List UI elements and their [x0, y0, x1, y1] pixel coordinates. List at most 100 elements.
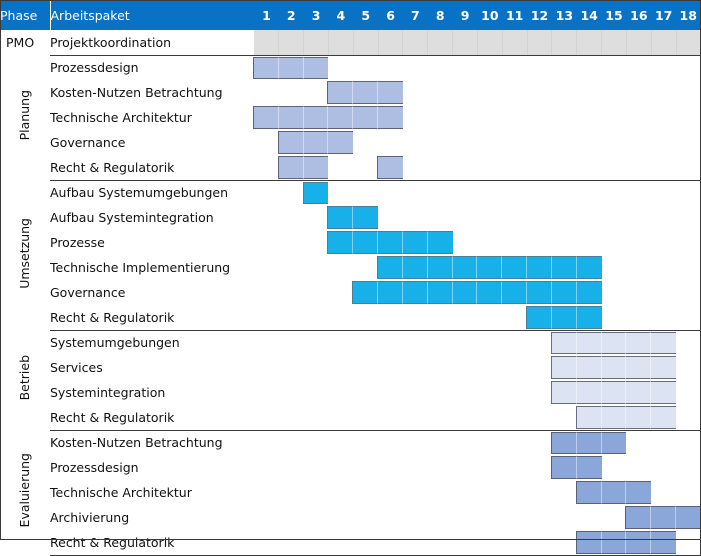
timeline-cell: [551, 505, 577, 530]
timeline-cell: [477, 130, 503, 155]
timeline-cell: [327, 130, 355, 155]
phase-label-evaluierung: Evaluierung: [0, 430, 50, 555]
timeline-cell: [601, 80, 627, 105]
timeline-cell: [502, 380, 528, 405]
timeline-cell: [527, 30, 553, 56]
timeline-cell: [601, 130, 627, 155]
timeline-cell: [353, 255, 379, 280]
table-row: Betrieb Systemumgebungen: [0, 330, 701, 430]
timeline-cell: [353, 355, 379, 380]
timeline-cell: [476, 255, 504, 280]
timeline-cell: [303, 355, 329, 380]
timeline-cell: [377, 155, 404, 181]
timeline-cell: [401, 255, 429, 280]
timeline-cell: [477, 355, 503, 380]
gantt-bar: [600, 531, 628, 554]
gantt-bar: [575, 481, 603, 504]
timeline-cell: [278, 30, 305, 56]
gantt-bar: [625, 381, 653, 404]
workpackage-label: Governance: [50, 130, 254, 155]
timeline-cell: [401, 280, 429, 305]
timeline-cell: [502, 155, 528, 181]
timeline-cell: [303, 455, 329, 480]
gantt-bar: [550, 356, 578, 379]
gantt-bar: [600, 381, 628, 404]
timeline-cell: [254, 130, 279, 155]
header-unit-14: 14: [576, 0, 602, 30]
timeline-cell: [502, 430, 528, 455]
gantt-bar: [550, 256, 578, 279]
timeline-cell: [254, 30, 280, 56]
gantt-bar: [600, 481, 628, 504]
timeline-cell: [452, 355, 478, 380]
timeline-cell: [551, 180, 577, 205]
timeline-cell: [676, 80, 701, 105]
timeline-cell: [353, 305, 379, 331]
timeline-cell: [477, 230, 503, 255]
timeline-cell: [278, 80, 304, 105]
timeline-cell: [600, 430, 628, 455]
timeline-cell: [353, 130, 379, 155]
timeline-cell: [378, 130, 403, 155]
timeline-cell: [378, 180, 403, 205]
timeline-cell: [650, 530, 678, 556]
header-unit-7: 7: [402, 0, 428, 30]
timeline-cell: [550, 330, 578, 355]
header-unit-8: 8: [427, 0, 453, 30]
timeline-cell: [378, 330, 403, 355]
gantt-bar: [600, 431, 628, 454]
timeline-cell: [327, 230, 355, 255]
timeline-cell: [501, 280, 529, 305]
timeline-cell: [477, 305, 503, 331]
timeline-cell: [551, 105, 577, 130]
header-unit-3: 3: [303, 0, 329, 30]
header-workpackage: Arbeitspaket: [50, 0, 254, 30]
timeline-cell: [452, 530, 478, 556]
gantt-bar: [650, 331, 678, 354]
timeline-cell: [651, 30, 677, 56]
timeline-cell: [328, 55, 354, 80]
timeline-cell: [352, 80, 380, 105]
timeline-cell: [427, 355, 453, 380]
timeline-cell: [601, 155, 627, 181]
table-row: Services: [0, 355, 701, 380]
timeline-cell: [527, 205, 552, 230]
workpackage-label: Aufbau Systemumgebungen: [50, 180, 254, 205]
gantt-bar: [526, 306, 553, 329]
timeline-cell: [328, 280, 354, 305]
timeline-cell: [278, 180, 304, 205]
timeline-cell: [650, 330, 678, 355]
timeline-cell: [625, 405, 653, 431]
gantt-bar: [277, 131, 305, 154]
timeline-cell: [575, 355, 603, 380]
timeline-cell: [278, 230, 304, 255]
timeline-cell: [477, 480, 503, 505]
timeline-cell: [278, 330, 304, 355]
timeline-cell: [477, 505, 503, 530]
timeline-cell: [575, 430, 603, 455]
timeline-cell: [676, 280, 701, 305]
timeline-cell: [476, 280, 504, 305]
table-row: Umsetzung Aufbau Systemumgebungen: [0, 180, 701, 330]
gantt-bar: [352, 106, 380, 129]
gantt-bar: [575, 356, 603, 379]
timeline-cell: [651, 180, 677, 205]
timeline-cell: [477, 380, 503, 405]
timeline-cell: [576, 105, 602, 130]
table-row: Aufbau Systemintegration: [0, 205, 701, 230]
gantt-bar: [650, 406, 678, 429]
gantt-bar: [650, 381, 678, 404]
timeline-cell: [575, 255, 603, 280]
timeline-cell: [452, 480, 478, 505]
workpackage-label: Systemumgebungen: [50, 330, 254, 355]
timeline-cell: [601, 205, 627, 230]
phase-label-text: Evaluierung: [16, 453, 32, 528]
workpackage-label: Governance: [50, 280, 254, 305]
timeline-cell: [676, 530, 701, 556]
gantt-bar: [377, 106, 404, 129]
timeline-cell: [377, 105, 404, 130]
timeline-cell: [676, 330, 701, 355]
timeline-cell: [526, 305, 553, 331]
timeline-cell: [378, 430, 403, 455]
gantt-bar: [625, 356, 653, 379]
